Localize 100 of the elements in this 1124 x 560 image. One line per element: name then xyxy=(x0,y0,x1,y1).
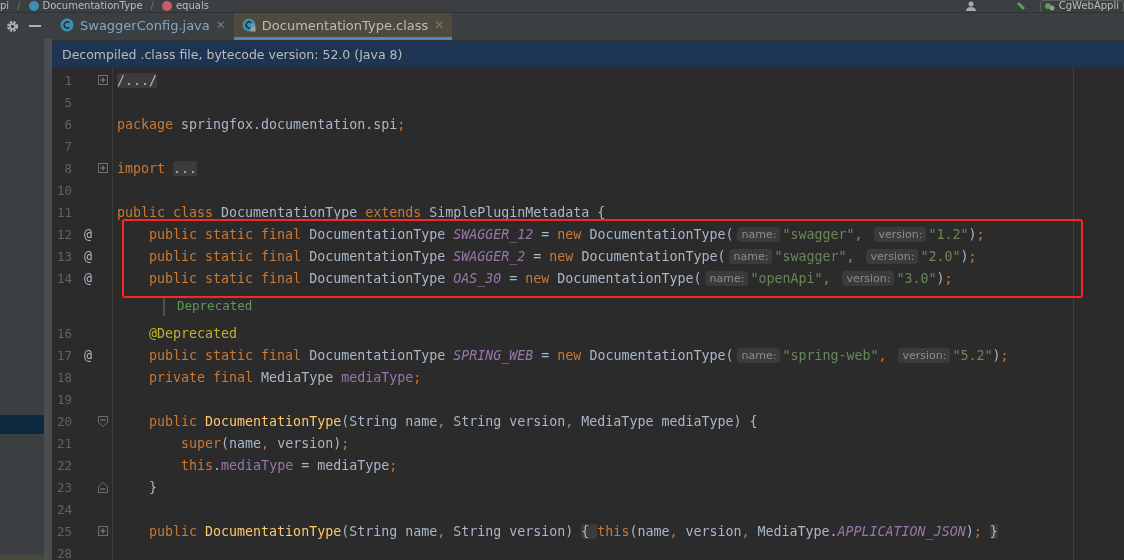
code-annotation: @Deprecated xyxy=(148,325,238,341)
breadcrumb-item[interactable]: pi xyxy=(0,0,10,12)
code-keyword: new xyxy=(557,226,583,242)
file-tab[interactable]: SwaggerConfig.java ✕ xyxy=(52,13,234,40)
folded-code[interactable]: { xyxy=(581,523,598,539)
code-text: = xyxy=(532,248,543,264)
code-text: DocumentationType( xyxy=(589,347,734,363)
code-keyword: public static final xyxy=(148,270,303,286)
code-punctuation: ; xyxy=(973,523,983,539)
code-constant: SWAGGER_12 xyxy=(453,226,534,242)
code-punctuation: ; xyxy=(397,116,406,132)
code-keyword: import xyxy=(117,160,167,176)
line-number: 6 xyxy=(63,116,72,132)
code-punctuation: , xyxy=(565,413,575,429)
code-punctuation: ; xyxy=(1000,347,1009,363)
code-text: springfox.documentation.spi xyxy=(181,116,398,132)
code-punctuation: ; xyxy=(944,270,953,286)
code-text: DocumentationType xyxy=(309,270,447,286)
code-punctuation: , xyxy=(741,523,751,539)
expand-icon[interactable] xyxy=(98,75,108,85)
code-punctuation: , xyxy=(437,413,447,429)
code-punctuation: ; xyxy=(389,457,398,473)
code-punctuation: , xyxy=(846,248,856,264)
code-keyword: package xyxy=(117,116,175,132)
code-text: (String name xyxy=(341,413,438,429)
code-text: . xyxy=(213,457,222,473)
breadcrumb-item[interactable]: DocumentationType xyxy=(42,0,143,12)
folded-code[interactable]: /.../ xyxy=(117,72,158,88)
code-punctuation: , xyxy=(669,523,679,539)
user-icon[interactable] xyxy=(965,1,976,11)
override-marker[interactable]: @ xyxy=(84,347,92,363)
line-number: 17 xyxy=(55,347,72,363)
breadcrumb-item[interactable]: equals xyxy=(175,0,209,12)
line-number: 10 xyxy=(55,182,72,198)
expand-icon[interactable] xyxy=(98,526,108,536)
code-method: DocumentationType xyxy=(205,523,342,539)
run-configuration[interactable]: CgWebAppli xyxy=(1039,0,1124,12)
line-number: 22 xyxy=(55,457,72,473)
settings-icon[interactable] xyxy=(6,19,19,33)
code-text: DocumentationType( xyxy=(589,226,734,242)
override-marker[interactable]: @ xyxy=(84,226,92,242)
code-punctuation: ; xyxy=(413,369,422,385)
code-text: SimplePluginMetadata { xyxy=(429,204,606,220)
code-punctuation: , xyxy=(878,347,888,363)
line-number: 25 xyxy=(55,523,72,539)
app-icon xyxy=(1044,1,1055,11)
code-punctuation: , xyxy=(261,435,271,451)
line-number: 24 xyxy=(55,501,72,517)
code-text: DocumentationType( xyxy=(557,270,702,286)
code-text: DocumentationType( xyxy=(581,248,726,264)
code-keyword: private final xyxy=(148,369,255,385)
code-text: ) xyxy=(992,347,1001,363)
code-text: version xyxy=(685,523,742,539)
code-text: MediaType mediaType) { xyxy=(581,413,758,429)
line-number: 1 xyxy=(63,72,72,88)
override-marker[interactable]: @ xyxy=(84,270,92,286)
folded-code[interactable]: ... xyxy=(173,160,198,176)
code-string: "5.2" xyxy=(952,347,993,363)
minimize-icon[interactable] xyxy=(29,24,41,28)
code-punctuation: ; xyxy=(341,435,350,451)
code-text: DocumentationType xyxy=(221,204,359,220)
decompiled-banner: Decompiled .class file, bytecode version: 52.0 (Java 8) xyxy=(52,41,1124,67)
line-number: 12 xyxy=(55,226,72,242)
collapse-icon[interactable] xyxy=(98,481,108,493)
code-text: version) xyxy=(277,435,342,451)
breadcrumb-separator: / xyxy=(150,0,154,12)
code-string: "3.0" xyxy=(896,270,937,286)
code-keyword: public class xyxy=(117,204,215,220)
parameter-hint: version: xyxy=(866,248,919,264)
doc-hint: Deprecated xyxy=(163,295,253,316)
line-number: 28 xyxy=(55,545,72,560)
override-marker[interactable]: @ xyxy=(84,248,92,264)
expand-icon[interactable] xyxy=(98,163,108,173)
collapse-icon[interactable] xyxy=(98,415,108,427)
line-number: 16 xyxy=(55,325,72,341)
code-keyword: public static final xyxy=(148,226,303,242)
line-number: 13 xyxy=(55,248,72,264)
code-punctuation: , xyxy=(822,270,832,286)
code-keyword: extends xyxy=(365,204,423,220)
parameter-hint: name: xyxy=(729,248,773,264)
file-tab[interactable]: DocumentationType.class ✕ xyxy=(233,13,453,40)
code-punctuation: ; xyxy=(976,226,985,242)
code-constant: APPLICATION_JSON xyxy=(837,523,966,539)
code-text: = xyxy=(508,270,519,286)
folded-code[interactable]: } xyxy=(989,523,998,539)
parameter-hint: name: xyxy=(705,270,749,286)
code-text: DocumentationType xyxy=(309,226,447,242)
parameter-hint: name: xyxy=(737,226,781,242)
code-text: ) xyxy=(960,248,969,264)
code-text: MediaType. xyxy=(757,523,838,539)
code-keyword: public static final xyxy=(148,248,303,264)
line-number: 21 xyxy=(55,435,72,451)
code-keyword: public static final xyxy=(148,347,303,363)
code-text: (name xyxy=(221,435,262,451)
code-punctuation: , xyxy=(437,523,447,539)
code-keyword: new xyxy=(557,347,583,363)
code-text: String version xyxy=(453,413,566,429)
code-keyword: public xyxy=(148,413,199,429)
code-text: ) xyxy=(965,523,974,539)
line-number: 5 xyxy=(63,94,72,110)
